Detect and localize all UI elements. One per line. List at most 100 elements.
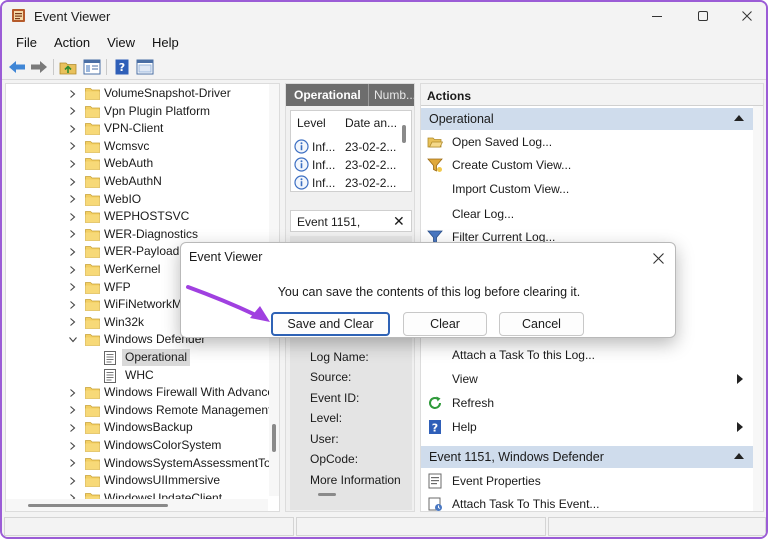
tree-item[interactable]: WindowsSystemAssessmentTool bbox=[6, 455, 279, 472]
tree-item[interactable]: WindowsBackup bbox=[6, 419, 268, 436]
tree-item[interactable]: Windows Firewall With Advanced Security bbox=[6, 384, 279, 401]
properties-toolbar-button[interactable] bbox=[135, 57, 155, 77]
tab-separator bbox=[368, 84, 369, 106]
information-icon bbox=[294, 175, 309, 190]
folder-icon bbox=[85, 140, 100, 153]
folder-icon bbox=[85, 157, 100, 171]
minimize-button[interactable] bbox=[634, 2, 680, 30]
information-icon bbox=[294, 157, 309, 172]
close-button[interactable] bbox=[724, 2, 766, 30]
column-header-level[interactable]: Level bbox=[297, 116, 326, 130]
tab-operational[interactable]: Operational bbox=[294, 88, 361, 102]
tree-item-label: Vpn Plugin Platform bbox=[104, 103, 211, 118]
tab-number-of-events[interactable]: Numb... bbox=[374, 88, 414, 102]
tree-horizontal-scrollbar[interactable] bbox=[6, 499, 268, 511]
event-row[interactable]: Inf... 23-02-2... bbox=[291, 174, 401, 192]
chevron-right-icon[interactable] bbox=[68, 226, 78, 243]
information-icon bbox=[294, 139, 309, 154]
menu-file[interactable]: File bbox=[10, 32, 43, 53]
save-and-clear-button[interactable]: Save and Clear bbox=[271, 312, 390, 336]
tree-item[interactable]: Windows Remote Management bbox=[6, 402, 271, 419]
action-event-properties[interactable]: Event Properties bbox=[421, 470, 753, 492]
close-detail-icon[interactable]: ✕ bbox=[393, 213, 405, 230]
tree-scroll-thumb[interactable] bbox=[272, 424, 276, 452]
tree-item[interactable]: WindowsColorSystem bbox=[6, 437, 268, 454]
tree-item[interactable]: Wcmsvc bbox=[6, 138, 268, 155]
section-label: Operational bbox=[429, 112, 494, 126]
action-label: Attach a Task To this Log... bbox=[452, 348, 595, 362]
tree-hscroll-thumb[interactable] bbox=[28, 504, 168, 507]
chevron-right-icon[interactable] bbox=[68, 455, 78, 472]
chevron-right-icon[interactable] bbox=[68, 384, 78, 401]
chevron-right-icon[interactable] bbox=[68, 296, 78, 313]
chevron-right-icon[interactable] bbox=[68, 191, 78, 208]
chevron-right-icon[interactable] bbox=[68, 419, 78, 436]
chevron-right-icon[interactable] bbox=[68, 472, 78, 489]
chevron-right-icon[interactable] bbox=[68, 261, 78, 278]
maximize-icon bbox=[698, 11, 708, 21]
chevron-right-icon[interactable] bbox=[68, 120, 78, 137]
event-row[interactable]: Inf... 23-02-2... bbox=[291, 156, 401, 174]
chevron-right-icon[interactable] bbox=[68, 243, 78, 260]
action-open-saved-log[interactable]: Open Saved Log... bbox=[421, 131, 753, 153]
tree-item[interactable]: WebAuthN bbox=[6, 173, 268, 190]
help-toolbar-button[interactable]: ? bbox=[112, 57, 132, 77]
event-row[interactable]: Inf... 23-02-2... bbox=[291, 138, 401, 156]
tree-item[interactable]: WebAuth bbox=[6, 155, 268, 172]
chevron-right-icon[interactable] bbox=[68, 437, 78, 454]
show-hide-tree-icon bbox=[83, 59, 101, 75]
column-header-date[interactable]: Date an... bbox=[345, 116, 397, 130]
chevron-right-icon[interactable] bbox=[68, 208, 78, 225]
tree-item[interactable]: Operational bbox=[6, 349, 268, 366]
log-file-icon bbox=[103, 368, 118, 383]
action-clear-log[interactable]: Clear Log... bbox=[421, 203, 753, 225]
detail-field-user: User: bbox=[310, 432, 339, 446]
chevron-right-icon[interactable] bbox=[68, 103, 78, 120]
tree-item[interactable]: WHC bbox=[6, 367, 268, 384]
cancel-button[interactable]: Cancel bbox=[499, 312, 584, 336]
folder-icon bbox=[85, 439, 100, 452]
tree-item[interactable]: WebIO bbox=[6, 191, 268, 208]
event-date: 23-02-2... bbox=[345, 158, 397, 172]
action-attach-task-to-event[interactable]: Attach Task To This Event... bbox=[421, 493, 753, 511]
chevron-right-icon[interactable] bbox=[68, 402, 78, 419]
tree-item[interactable]: WindowsUIImmersive bbox=[6, 472, 268, 489]
action-create-custom-view[interactable]: Create Custom View... bbox=[421, 154, 753, 176]
chevron-right-icon[interactable] bbox=[68, 138, 78, 155]
folder-icon bbox=[85, 263, 100, 276]
menu-view[interactable]: View bbox=[101, 32, 141, 53]
menu-action[interactable]: Action bbox=[48, 32, 96, 53]
action-attach-task-to-log[interactable]: Attach a Task To this Log... bbox=[421, 344, 753, 366]
tree-item[interactable]: VolumeSnapshot-Driver bbox=[6, 85, 268, 102]
tree-item-label: WebAuthN bbox=[104, 174, 162, 188]
chevron-right-icon[interactable] bbox=[68, 85, 78, 102]
detail-scroll-thumb[interactable] bbox=[318, 493, 336, 496]
clear-button[interactable]: Clear bbox=[403, 312, 487, 336]
tree-item[interactable]: WEPHOSTSVC bbox=[6, 208, 268, 225]
detail-field-more-information[interactable]: More Information bbox=[310, 473, 401, 487]
menu-help[interactable]: Help bbox=[146, 32, 185, 53]
tree-item[interactable]: VPN-Client bbox=[6, 120, 268, 137]
chevron-down-icon[interactable] bbox=[68, 331, 78, 348]
back-button[interactable] bbox=[7, 57, 27, 77]
action-help[interactable]: ? Help bbox=[421, 416, 753, 438]
dialog-close-button[interactable] bbox=[647, 248, 669, 268]
action-import-custom-view[interactable]: Import Custom View... bbox=[421, 178, 753, 200]
maximize-button[interactable] bbox=[680, 2, 726, 30]
chevron-right-icon[interactable] bbox=[68, 314, 78, 331]
actions-section-event[interactable]: Event 1151, Windows Defender bbox=[421, 446, 753, 468]
actions-section-operational[interactable]: Operational bbox=[421, 108, 753, 130]
show-hide-tree-button[interactable] bbox=[82, 57, 102, 77]
chevron-right-icon[interactable] bbox=[68, 155, 78, 172]
chevron-right-icon[interactable] bbox=[68, 173, 78, 190]
action-label: Clear Log... bbox=[452, 207, 515, 221]
event-list-scroll-thumb[interactable] bbox=[402, 125, 406, 143]
actions-vertical-scrollbar[interactable] bbox=[753, 106, 763, 511]
tree-item[interactable]: WER-Diagnostics bbox=[6, 226, 268, 243]
chevron-right-icon[interactable] bbox=[68, 279, 78, 296]
action-refresh[interactable]: Refresh bbox=[421, 392, 753, 414]
folder-up-button[interactable] bbox=[58, 57, 78, 77]
tree-item[interactable]: Vpn Plugin Platform bbox=[6, 103, 268, 120]
action-view[interactable]: View bbox=[421, 368, 753, 390]
forward-button[interactable] bbox=[29, 57, 49, 77]
